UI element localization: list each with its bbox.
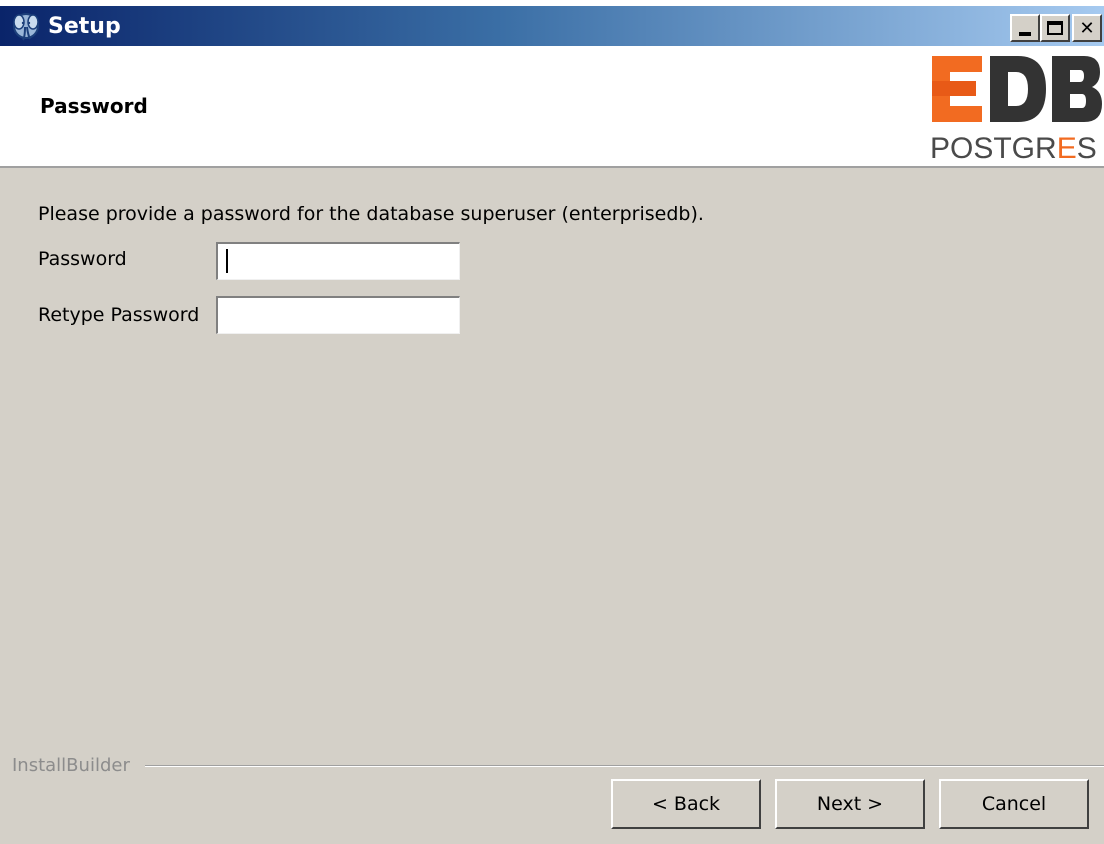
password-label: Password [38,248,127,270]
close-button[interactable]: ✕ [1072,14,1102,42]
title-bar[interactable]: Setup ✕ [0,0,1104,46]
logo-text-accent: E [1057,132,1077,162]
close-icon: ✕ [1079,17,1095,39]
text-cursor [226,249,228,273]
password-field[interactable] [216,242,460,280]
logo-text-prefix: POSTGR [930,132,1057,162]
cancel-button[interactable]: Cancel [939,779,1089,829]
back-button-label: < Back [651,793,721,815]
window-title: Setup [48,14,121,39]
minimize-icon [1019,32,1031,36]
page-title: Password [40,94,148,118]
instructions-text: Please provide a password for the databa… [38,203,704,225]
installbuilder-label: InstallBuilder [12,755,130,776]
maximize-icon [1047,21,1063,35]
next-button[interactable]: Next > [775,779,925,829]
retype-password-label: Retype Password [38,304,200,326]
back-button[interactable]: < Back [611,779,761,829]
setup-window: Setup ✕ Password POSTGRES Please provide… [0,0,1104,844]
edb-postgres-logo: POSTGRES [930,56,1102,162]
logo-text-suffix: S [1077,132,1097,162]
footer-divider [145,765,1104,767]
next-button-label: Next > [816,793,884,815]
svg-text:POSTGRES: POSTGRES [930,132,1097,162]
minimize-button[interactable] [1010,14,1040,42]
cancel-button-label: Cancel [981,793,1047,815]
header-banner: Password POSTGRES [0,46,1104,168]
maximize-button[interactable] [1040,14,1070,42]
retype-password-field[interactable] [216,296,460,334]
postgres-elephant-icon [13,13,39,41]
